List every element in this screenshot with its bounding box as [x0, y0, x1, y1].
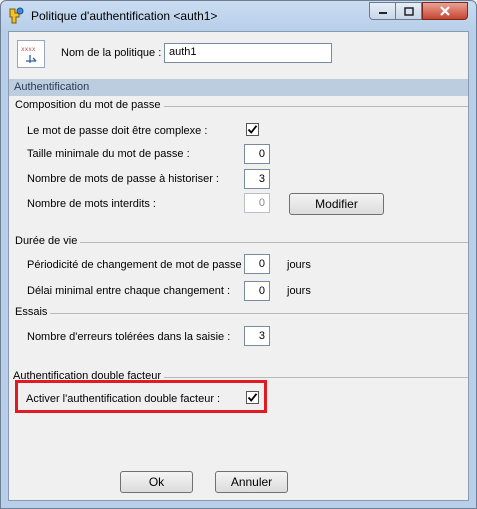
min-length-label: Taille minimale du mot de passe :	[27, 148, 190, 160]
maximize-icon	[403, 6, 414, 16]
two-factor-label: Activer l'authentification double facteu…	[26, 393, 221, 405]
key-icon	[9, 7, 24, 24]
ok-button[interactable]: Ok	[120, 471, 193, 493]
change-period-input[interactable]: 0	[244, 254, 270, 274]
errors-label: Nombre d'erreurs tolérées dans la saisie…	[27, 331, 231, 343]
dialog-client-area: xxxx Nom de la politique : auth1 Authent…	[8, 31, 469, 501]
min-length-input[interactable]: 0	[244, 144, 270, 164]
change-period-label: Périodicité de changement de mot de pass…	[27, 259, 248, 271]
min-delay-unit: jours	[287, 285, 311, 297]
change-period-unit: jours	[287, 259, 311, 271]
lifetime-group-title: Durée de vie	[15, 235, 81, 247]
history-label: Nombre de mots de passe à historiser :	[27, 173, 219, 185]
svg-text:xxxx: xxxx	[21, 46, 36, 53]
dialog-window: Politique d'authentification <auth1> xxx…	[0, 0, 477, 509]
checkmark-icon	[247, 393, 258, 402]
close-icon	[440, 6, 450, 16]
min-delay-input[interactable]: 0	[244, 281, 270, 301]
modify-button[interactable]: Modifier	[289, 193, 384, 215]
complex-password-checkbox[interactable]	[246, 123, 259, 136]
checkmark-icon	[247, 125, 258, 134]
policy-name-label: Nom de la politique :	[61, 47, 162, 59]
section-header: Authentification	[9, 79, 468, 96]
group-divider	[15, 313, 468, 314]
policy-name-input[interactable]: auth1	[164, 43, 332, 63]
title-bar[interactable]: Politique d'authentification <auth1>	[1, 1, 476, 31]
policy-icon: xxxx	[17, 40, 45, 68]
forbidden-words-input: 0	[244, 193, 270, 213]
forbidden-words-label: Nombre de mots interdits :	[27, 198, 156, 210]
two-factor-checkbox[interactable]	[246, 391, 259, 404]
min-delay-label: Délai minimal entre chaque changement :	[27, 285, 231, 297]
composition-group-title: Composition du mot de passe	[15, 99, 164, 111]
close-button[interactable]	[422, 2, 468, 20]
window-title: Politique d'authentification <auth1>	[31, 9, 218, 23]
minimize-icon	[378, 12, 387, 14]
cancel-button[interactable]: Annuler	[215, 471, 288, 493]
attempts-group-title: Essais	[15, 306, 51, 318]
complex-password-label: Le mot de passe doit être complexe :	[27, 125, 208, 137]
errors-input[interactable]: 3	[244, 326, 270, 346]
group-divider	[15, 242, 468, 243]
history-input[interactable]: 3	[244, 169, 270, 189]
maximize-button[interactable]	[395, 2, 422, 20]
minimize-button[interactable]	[369, 2, 396, 20]
